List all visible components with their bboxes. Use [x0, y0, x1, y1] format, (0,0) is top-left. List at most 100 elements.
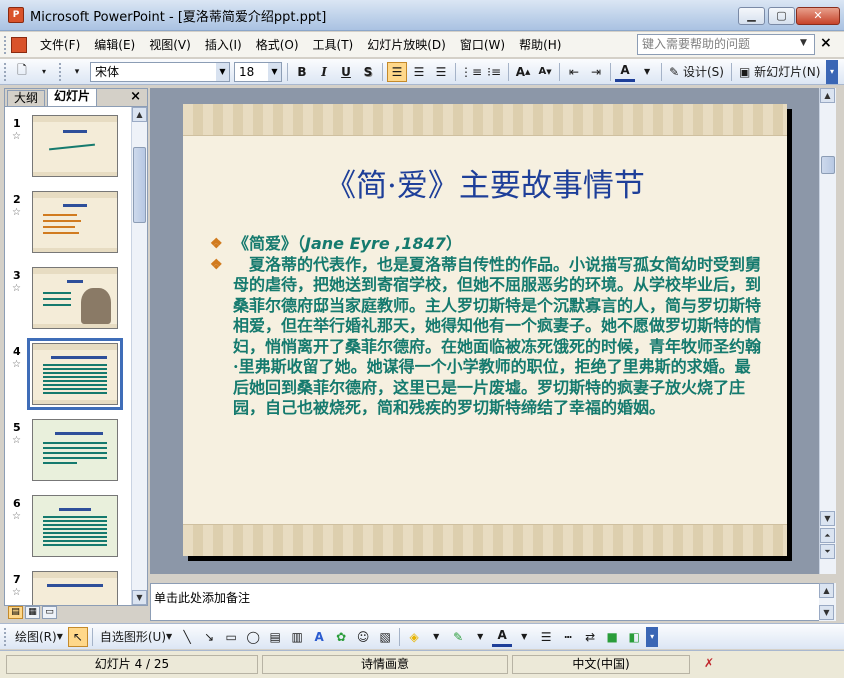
notes-placeholder[interactable]: 单击此处添加备注 — [154, 589, 250, 606]
shadow-button[interactable]: S — [358, 62, 378, 82]
notes-scrollbar[interactable]: ▲ ▼ — [819, 583, 836, 621]
menu-edit[interactable]: 编辑(E) — [87, 35, 142, 55]
draw-font-dropdown-icon[interactable]: ▼ — [514, 627, 534, 647]
increase-font-icon[interactable]: A ▲ — [513, 62, 533, 82]
tab-slides[interactable]: 幻灯片 — [47, 88, 98, 106]
toolbar-grip[interactable] — [4, 627, 7, 646]
close-document-button[interactable]: × — [820, 35, 832, 51]
font-size-combo[interactable]: 18 ▼ — [234, 61, 282, 82]
slide-thumbnail-7[interactable]: 7 ☆ — [5, 571, 130, 605]
menu-view[interactable]: 视图(V) — [142, 35, 198, 55]
menu-help[interactable]: 帮助(H) — [512, 35, 568, 55]
wordart-icon[interactable]: A — [309, 627, 329, 647]
font-color-dropdown-icon[interactable]: ▼ — [637, 62, 657, 82]
select-pointer-icon[interactable]: ↖ — [67, 626, 88, 647]
scroll-up-icon[interactable]: ▲ — [820, 88, 835, 103]
line-color-icon[interactable]: ✎ — [448, 627, 468, 647]
slide-title[interactable]: 《简·爱》主要故事情节 — [183, 160, 787, 205]
pane-close-icon[interactable]: × — [130, 89, 141, 104]
slide-thumbnail-3[interactable]: 3 ☆ — [5, 267, 130, 339]
toolbar-grip-2[interactable] — [59, 62, 62, 81]
3d-style-icon[interactable]: ◧ — [624, 627, 644, 647]
menu-file[interactable]: 文件(F) — [33, 35, 87, 55]
new-file-icon[interactable]: 🗋 — [12, 62, 32, 82]
fill-color-icon[interactable]: ◈ — [404, 627, 424, 647]
new-slide-button[interactable]: ▣ 新幻灯片(N) — [736, 62, 824, 82]
decrease-font-icon[interactable]: A ▼ — [535, 62, 555, 82]
maximize-button[interactable]: ▢ — [768, 7, 795, 25]
menu-slideshow[interactable]: 幻灯片放映(D) — [360, 35, 453, 55]
line-color-dropdown-icon[interactable]: ▼ — [470, 627, 490, 647]
toolbar-grip[interactable] — [4, 62, 7, 81]
picture-icon[interactable]: ▧ — [375, 627, 395, 647]
draw-font-color-icon[interactable]: A — [492, 627, 513, 647]
diagram-icon[interactable]: ✿ — [331, 627, 351, 647]
underline-button[interactable]: U — [336, 62, 356, 82]
menu-tools[interactable]: 工具(T) — [306, 35, 361, 55]
decrease-indent-icon[interactable]: ⇤ — [564, 62, 584, 82]
menu-insert[interactable]: 插入(I) — [198, 35, 249, 55]
help-search-input[interactable]: 键入需要帮助的问题 — [637, 34, 815, 55]
autoshapes-button[interactable]: 自选图形(U) ▼ — [97, 627, 175, 647]
slide-thumbnail-4[interactable]: 4 ☆ — [5, 338, 130, 415]
font-name-combo[interactable]: 宋体 ▼ — [90, 61, 230, 82]
slide-editing-area[interactable]: 《简·爱》主要故事情节 ❖ 《简爱》（Jane Eyre ,1847） ❖ 夏洛… — [150, 88, 822, 574]
scroll-thumb[interactable] — [133, 147, 146, 223]
align-center-icon[interactable]: ☰ — [409, 62, 429, 82]
slideshow-view-icon[interactable]: ▭ — [42, 606, 57, 619]
drawbar-chevron-icon[interactable]: ▾ — [646, 626, 659, 647]
next-slide-icon[interactable]: ⏷ — [820, 544, 835, 559]
scroll-down-icon[interactable]: ▼ — [132, 590, 147, 605]
rectangle-icon[interactable]: ▭ — [221, 627, 241, 647]
help-dropdown-icon[interactable]: ▼ — [800, 38, 812, 48]
scroll-down-icon[interactable]: ▼ — [820, 511, 835, 526]
scroll-thumb[interactable] — [821, 156, 835, 174]
design-button[interactable]: ✎ 设计(S) — [666, 62, 727, 82]
align-right-icon[interactable]: ☰ — [431, 62, 451, 82]
slide-thumbnail-2[interactable]: 2 ☆ — [5, 191, 130, 263]
increase-indent-icon[interactable]: ⇥ — [586, 62, 606, 82]
bold-button[interactable]: B — [292, 62, 312, 82]
slide-thumbnail-1[interactable]: 1 ☆ — [5, 115, 130, 187]
vertical-textbox-icon[interactable]: ▥ — [287, 627, 307, 647]
menu-window[interactable]: 窗口(W) — [453, 35, 512, 55]
menu-grip[interactable] — [4, 35, 7, 54]
powerpoint-app-icon[interactable]: P — [8, 7, 24, 23]
normal-view-icon[interactable]: ▤ — [8, 606, 23, 619]
previous-slide-icon[interactable]: ⏶ — [820, 528, 835, 543]
thumbnail-scrollbar[interactable]: ▲ ▼ — [131, 107, 147, 605]
toolbar-options-icon[interactable]: ▾ — [34, 62, 54, 82]
font-color-icon[interactable]: A — [615, 62, 636, 82]
minimize-button[interactable]: ▁ — [738, 7, 765, 25]
bullets-icon[interactable]: ⁝≡ — [484, 62, 504, 82]
clipart-icon[interactable]: ☺ — [353, 627, 373, 647]
textbox-icon[interactable]: ▤ — [265, 627, 285, 647]
toolbar-chevron-icon[interactable]: ▾ — [826, 60, 838, 84]
menu-format[interactable]: 格式(O) — [249, 35, 306, 55]
arrow-style-icon[interactable]: ⇄ — [580, 627, 600, 647]
italic-button[interactable]: I — [314, 62, 334, 82]
scroll-up-icon[interactable]: ▲ — [819, 583, 834, 598]
notes-pane[interactable]: 单击此处添加备注 — [150, 583, 822, 621]
shadow-style-icon[interactable]: ■ — [602, 627, 622, 647]
tab-outline[interactable]: 大纲 — [7, 90, 46, 106]
scroll-down-icon[interactable]: ▼ — [819, 605, 834, 620]
slide-thumbnail-5[interactable]: 5 ☆ — [5, 419, 130, 491]
numbering-icon[interactable]: ⋮≡ — [460, 62, 482, 82]
font-dropdown-icon[interactable]: ▼ — [216, 62, 229, 81]
arrow-icon[interactable]: ↘ — [199, 627, 219, 647]
close-window-button[interactable]: ✕ — [796, 7, 840, 25]
fill-dropdown-icon[interactable]: ▼ — [426, 627, 446, 647]
oval-icon[interactable]: ◯ — [243, 627, 263, 647]
size-dropdown-icon[interactable]: ▼ — [268, 62, 281, 81]
slide-thumbnail-6[interactable]: 6 ☆ — [5, 495, 130, 567]
line-style-icon[interactable]: ☰ — [536, 627, 556, 647]
draw-menu-button[interactable]: 绘图(R) ▼ — [12, 627, 66, 647]
slide-scrollbar[interactable]: ▲ ▼ ⏶ ⏷ — [819, 88, 836, 574]
slide-canvas[interactable]: 《简·爱》主要故事情节 ❖ 《简爱》（Jane Eyre ,1847） ❖ 夏洛… — [183, 104, 787, 556]
document-icon[interactable] — [11, 36, 27, 53]
dash-style-icon[interactable]: ┅ — [558, 627, 578, 647]
spelling-check-icon[interactable]: ✗ — [694, 655, 724, 674]
line-icon[interactable]: ╲ — [177, 627, 197, 647]
slide-body-text[interactable]: ❖ 《简爱》（Jane Eyre ,1847） ❖ 夏洛蒂的代表作，也是夏洛蒂自… — [207, 234, 763, 419]
